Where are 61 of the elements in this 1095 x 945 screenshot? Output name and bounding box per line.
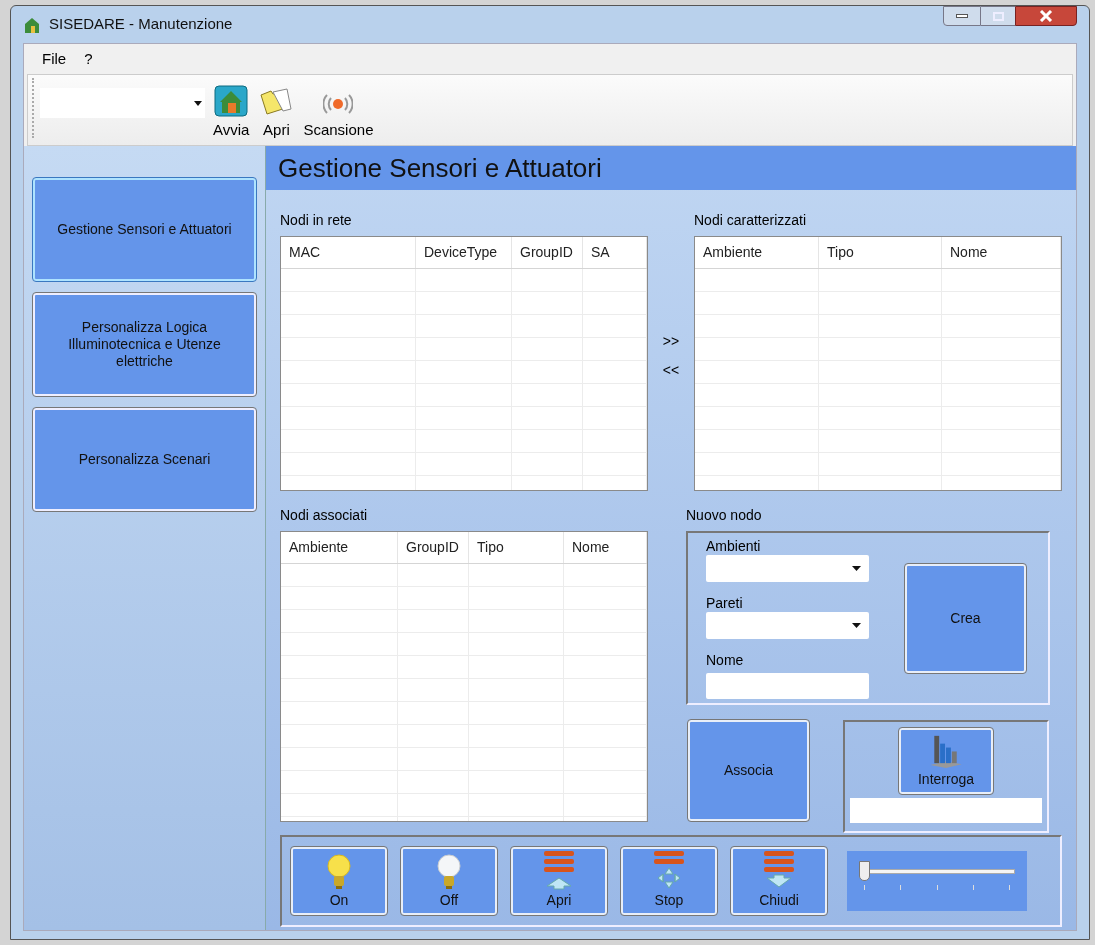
light-bulb-icon bbox=[436, 854, 462, 890]
folder-icon bbox=[259, 86, 294, 117]
house-icon bbox=[214, 84, 249, 117]
column-header[interactable]: DeviceType bbox=[416, 237, 512, 268]
page-title: Gestione Sensori e Attuatori bbox=[278, 151, 602, 185]
field-label: Pareti bbox=[706, 594, 744, 612]
column-header[interactable]: MAC bbox=[281, 237, 416, 268]
close-button[interactable] bbox=[1015, 6, 1077, 26]
shutter-icon bbox=[652, 850, 686, 890]
section-label: Nodi caratterizzati bbox=[694, 211, 808, 230]
column-header[interactable]: GroupID bbox=[512, 237, 583, 268]
query-result-field[interactable] bbox=[850, 798, 1042, 823]
data-grid[interactable]: MAC DeviceType GroupID SA bbox=[280, 236, 648, 491]
toolbar-button[interactable]: Apri bbox=[257, 86, 296, 141]
data-grid[interactable]: Ambiente Tipo Nome bbox=[694, 236, 1062, 491]
column-header[interactable]: Tipo bbox=[469, 532, 564, 563]
window-title: SISEDARE - Manutenzione bbox=[49, 14, 233, 35]
section-label: Nodi associati bbox=[280, 506, 369, 525]
shutter-icon bbox=[542, 850, 576, 890]
slider-thumb[interactable] bbox=[859, 861, 870, 881]
column-header[interactable]: Ambiente bbox=[281, 532, 398, 563]
shutter-icon bbox=[762, 850, 796, 890]
sidebar-item[interactable]: Gestione Sensori e Attuatori bbox=[33, 178, 256, 281]
minimize-button[interactable] bbox=[943, 6, 981, 26]
device-control-button[interactable]: On bbox=[291, 847, 387, 915]
column-header[interactable]: Nome bbox=[564, 532, 647, 563]
sidebar-item[interactable]: Personalizza Scenari bbox=[33, 408, 256, 511]
associate-button[interactable]: Associa bbox=[688, 720, 809, 821]
query-button[interactable]: Interroga bbox=[899, 728, 993, 794]
field-label: Ambienti bbox=[706, 537, 762, 555]
field-label: Nome bbox=[706, 651, 745, 669]
dropdown-field[interactable] bbox=[706, 612, 869, 639]
toolbar-button[interactable]: Scansione bbox=[301, 90, 376, 141]
section-label: Nodi in rete bbox=[280, 211, 353, 230]
device-control-button[interactable]: Apri bbox=[511, 847, 607, 915]
column-header[interactable]: Tipo bbox=[819, 237, 942, 268]
toolbar-button[interactable]: Avvia bbox=[211, 84, 252, 141]
app-icon bbox=[23, 15, 41, 34]
dropdown-arrow-icon bbox=[852, 623, 861, 628]
dropdown-field[interactable] bbox=[706, 555, 869, 582]
transfer-button[interactable]: >> bbox=[662, 330, 680, 352]
device-control-button[interactable]: Stop bbox=[621, 847, 717, 915]
device-control-button[interactable]: Off bbox=[401, 847, 497, 915]
menu-item[interactable]: File bbox=[42, 47, 67, 71]
light-bulb-icon bbox=[326, 854, 352, 890]
sidebar-item[interactable]: Personalizza Logica Illuminotecnica e Utenze elettriche bbox=[33, 293, 256, 396]
device-control-button[interactable]: Chiudi bbox=[731, 847, 827, 915]
column-header[interactable]: Nome bbox=[942, 237, 1061, 268]
maximize-button[interactable] bbox=[981, 6, 1015, 26]
transfer-button[interactable]: << bbox=[662, 359, 680, 381]
create-button[interactable]: Crea bbox=[905, 563, 1026, 673]
column-header[interactable]: SA bbox=[583, 237, 647, 268]
text-field[interactable] bbox=[706, 673, 869, 699]
section-label: Nuovo nodo bbox=[686, 506, 763, 525]
close-icon bbox=[1039, 10, 1053, 22]
dropdown-arrow-icon bbox=[852, 566, 861, 571]
dropdown-arrow-icon bbox=[194, 100, 202, 106]
menu-item[interactable]: ? bbox=[84, 47, 93, 71]
data-grid[interactable]: Ambiente GroupID Tipo Nome bbox=[280, 531, 648, 822]
column-header[interactable]: GroupID bbox=[398, 532, 469, 563]
column-header[interactable]: Ambiente bbox=[695, 237, 819, 268]
